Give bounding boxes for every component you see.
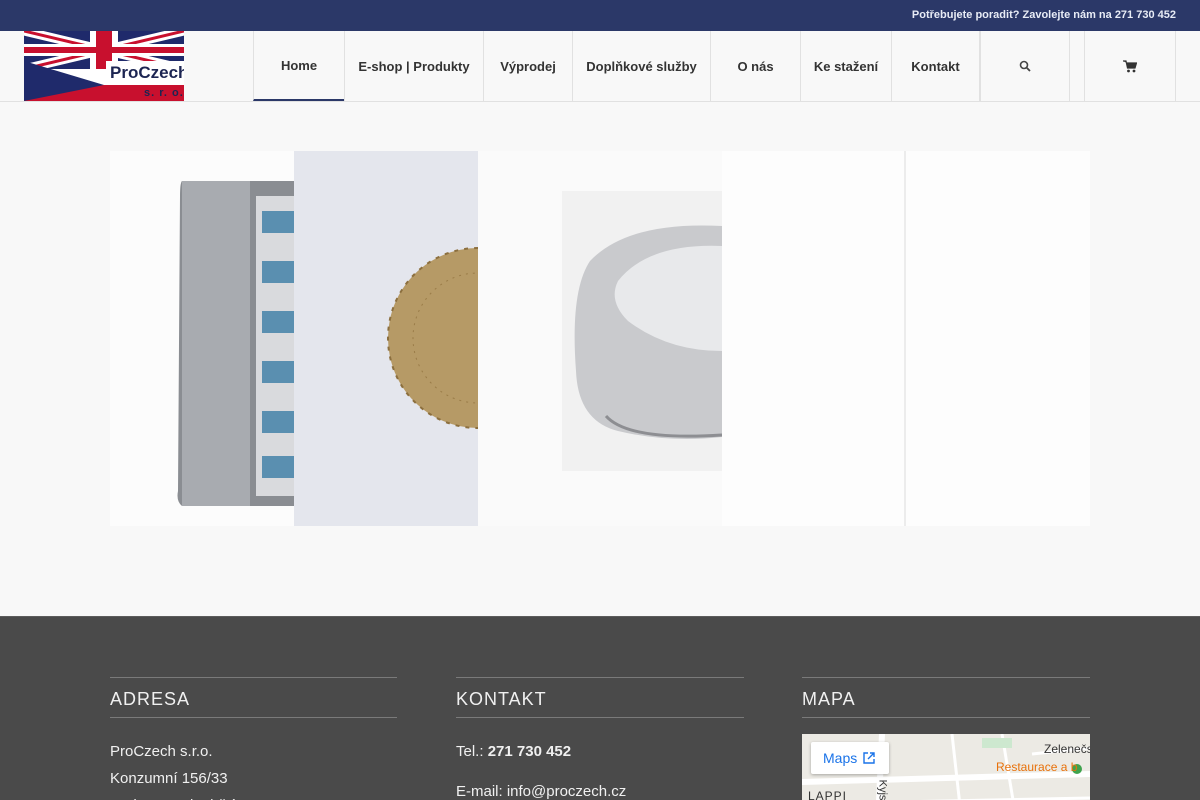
- site-logo[interactable]: ProCzech s. r. o.: [24, 31, 184, 101]
- seal-tape-image: [294, 151, 478, 526]
- nav-cart-button[interactable]: [1084, 31, 1176, 101]
- footer-map: MAPA Zelenečs Restaurace a b LAPPI Kyjs …: [802, 677, 1090, 800]
- main-nav: Home E-shop | Produkty Výprodej Doplňkov…: [253, 31, 980, 101]
- external-link-icon: [863, 752, 875, 764]
- footer-contact-title: KONTAKT: [456, 677, 744, 718]
- nav-item-eshop[interactable]: E-shop | Produkty: [344, 31, 483, 101]
- nav-item-o-nas[interactable]: O nás: [710, 31, 800, 101]
- product-gallery: [110, 151, 1090, 526]
- nav-item-kontakt[interactable]: Kontakt: [891, 31, 980, 101]
- map-label-restaurace: Restaurace a b: [996, 760, 1078, 774]
- address-street: Konzumní 156/33: [110, 770, 228, 787]
- top-bar: Potřebujete poradit? Zavolejte nám na 27…: [0, 0, 1200, 31]
- email-label: E-mail:: [456, 783, 503, 800]
- nav-item-vyprodej[interactable]: Výprodej: [483, 31, 572, 101]
- maps-button-label: Maps: [823, 750, 858, 766]
- footer-map-title: MAPA: [802, 677, 1090, 718]
- razor-dispenser-image: [110, 151, 294, 526]
- tel-number-link[interactable]: 271 730 452: [488, 743, 571, 760]
- map-label-street: Kyjs: [876, 779, 889, 800]
- map-label-zelenec: Zelenečs: [1044, 742, 1090, 756]
- open-maps-button[interactable]: Maps: [811, 742, 889, 774]
- gallery-image-razor-dispenser[interactable]: [110, 151, 294, 526]
- site-header: ProCzech s. r. o. Home E-shop | Produkty…: [0, 31, 1200, 102]
- footer-contact: KONTAKT Tel.: 271 730 452 E-mail: info@p…: [456, 677, 744, 800]
- address-company: ProCzech s.r.o.: [110, 743, 213, 760]
- logo-suffix: s. r. o.: [144, 87, 184, 99]
- gallery-image-seal-tape[interactable]: [294, 151, 478, 526]
- logo-name: ProCzech: [110, 63, 184, 82]
- address-city: Praha 9 – Hloubětín: [110, 792, 397, 800]
- site-footer: ADRESA ProCzech s.r.o. Konzumní 156/33 P…: [0, 616, 1200, 800]
- embedded-map[interactable]: Zelenečs Restaurace a b LAPPI Kyjs Maps: [802, 734, 1090, 800]
- gallery-image-blank-2[interactable]: [906, 151, 1090, 526]
- gallery-image-chrome-dryer[interactable]: [478, 151, 722, 526]
- cart-icon: [1123, 59, 1137, 72]
- nav-search-button[interactable]: [980, 31, 1070, 101]
- nav-item-ke-stazeni[interactable]: Ke stažení: [800, 31, 891, 101]
- nav-item-home[interactable]: Home: [253, 31, 344, 101]
- map-label-lappi: LAPPI: [808, 789, 848, 800]
- help-phone-text[interactable]: Potřebujete poradit? Zavolejte nám na 27…: [912, 9, 1176, 21]
- search-icon: [1019, 60, 1031, 72]
- gallery-image-blank-1[interactable]: [722, 151, 906, 526]
- chrome-dryer-image: [478, 151, 722, 526]
- email-link[interactable]: info@proczech.cz: [507, 783, 626, 800]
- tel-label: Tel.:: [456, 743, 484, 760]
- footer-address-title: ADRESA: [110, 677, 397, 718]
- footer-address: ADRESA ProCzech s.r.o. Konzumní 156/33 P…: [110, 677, 397, 800]
- nav-item-doplnkove-sluzby[interactable]: Doplňkové služby: [572, 31, 710, 101]
